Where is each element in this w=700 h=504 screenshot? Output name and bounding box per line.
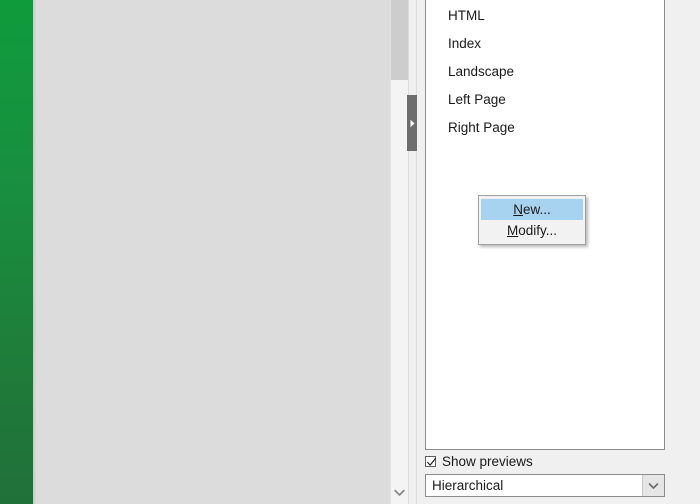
context-menu-item-new-label: ew... — [522, 202, 551, 217]
chevron-right-icon — [410, 119, 415, 127]
list-item[interactable]: Landscape — [448, 64, 514, 80]
context-menu-item-new-mnemonic: N — [513, 202, 523, 217]
document-edge-band — [0, 0, 33, 504]
application-window: HTML Index Landscape Left Page Right Pag… — [0, 0, 700, 504]
list-item[interactable]: Index — [448, 36, 481, 52]
scrollbar-thumb[interactable] — [391, 0, 408, 80]
show-previews-label: Show previews — [442, 454, 533, 469]
styles-list[interactable]: HTML Index Landscape Left Page Right Pag… — [425, 0, 665, 450]
scroll-down-arrow-icon[interactable] — [391, 482, 408, 504]
splitter-collapse-handle[interactable] — [407, 95, 417, 151]
list-item[interactable]: Right Page — [448, 120, 515, 136]
style-filter-value[interactable]: Hierarchical — [426, 475, 642, 496]
show-previews-row[interactable]: Show previews — [425, 454, 533, 469]
list-item[interactable]: HTML — [448, 8, 485, 24]
context-menu-item-modify-label: odify... — [518, 223, 558, 238]
styles-sidebar: HTML Index Landscape Left Page Right Pag… — [417, 0, 700, 504]
chevron-down-icon — [648, 482, 659, 489]
context-menu-item-new[interactable]: New... — [481, 199, 583, 220]
pane-splitter[interactable] — [408, 0, 417, 504]
document-vertical-scrollbar[interactable] — [390, 0, 408, 504]
style-filter-dropdown-button[interactable] — [642, 475, 664, 496]
context-menu-item-modify[interactable]: Modify... — [481, 220, 583, 241]
context-menu-item-modify-mnemonic: M — [506, 223, 519, 238]
checkmark-icon — [427, 458, 436, 466]
show-previews-checkbox[interactable] — [425, 456, 436, 467]
style-filter-combobox[interactable]: Hierarchical — [425, 474, 665, 497]
context-menu: New... Modify... — [478, 195, 586, 245]
list-item[interactable]: Left Page — [448, 92, 506, 108]
document-canvas[interactable] — [36, 0, 390, 504]
